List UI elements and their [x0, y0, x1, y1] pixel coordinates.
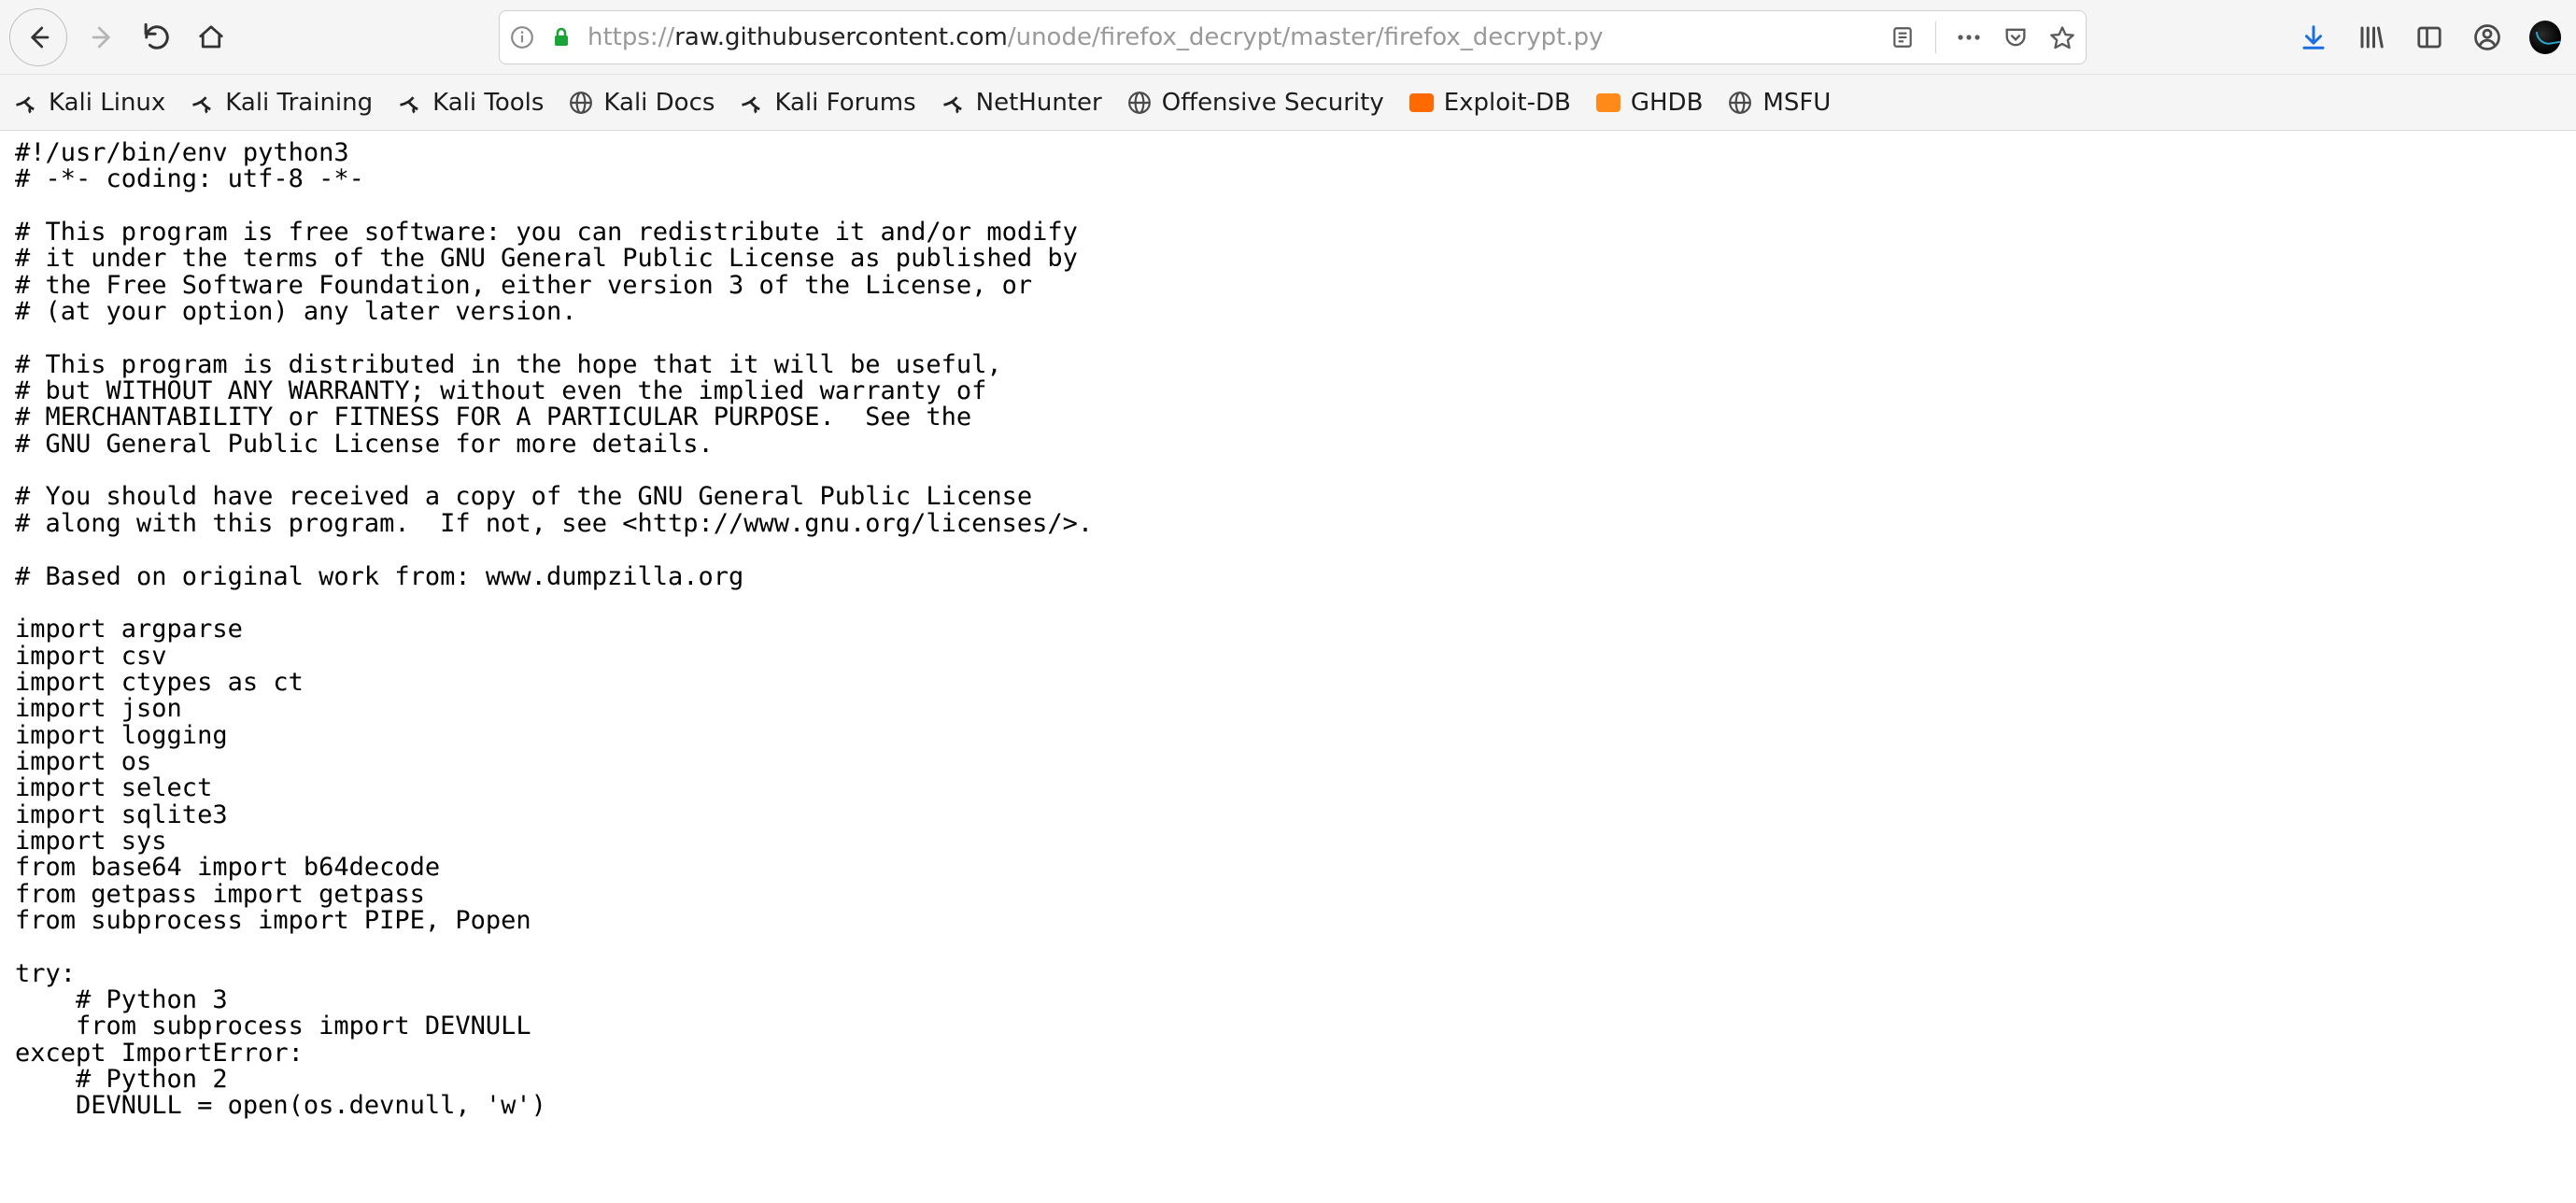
kali-icon [190, 90, 216, 116]
bookmark-label: Kali Forums [774, 89, 915, 117]
bookmark-label: GHDB [1631, 89, 1704, 117]
home-button[interactable] [192, 19, 230, 56]
kali-icon [739, 90, 765, 116]
reader-mode-icon[interactable] [1889, 23, 1917, 51]
bookmark-item[interactable]: NetHunter [941, 89, 1102, 117]
globe-icon [568, 90, 594, 116]
navigation-toolbar: https://raw.githubusercontent.com/unode/… [0, 0, 2576, 75]
url-prefix: https:// [587, 23, 674, 51]
url-host: raw.githubusercontent.com [674, 23, 1008, 51]
raw-text: #!/usr/bin/env python3 # -*- coding: utf… [0, 131, 2576, 1135]
bookmark-item[interactable]: Kali Docs [568, 89, 715, 117]
ghdb-icon [1595, 90, 1621, 116]
content-area[interactable]: #!/usr/bin/env python3 # -*- coding: utf… [0, 131, 2576, 1203]
arrow-right-icon [89, 23, 117, 51]
bookmark-item[interactable]: Kali Linux [13, 89, 165, 117]
bookmark-label: Kali Tools [432, 89, 544, 117]
downloads-icon[interactable] [2298, 21, 2329, 53]
back-button[interactable] [9, 8, 67, 66]
urlbar-right-icons [1889, 21, 2076, 53]
bookmark-label: NetHunter [976, 89, 1102, 117]
globe-icon [1727, 90, 1753, 116]
bookmark-item[interactable]: Kali Training [190, 89, 373, 117]
bookmark-label: Kali Linux [49, 89, 165, 117]
reload-button[interactable] [138, 19, 176, 56]
url-bar[interactable]: https://raw.githubusercontent.com/unode/… [499, 10, 2087, 64]
bookmark-star-icon[interactable] [2048, 23, 2076, 51]
bookmark-item[interactable]: Exploit-DB [1408, 89, 1571, 117]
bookmark-label: Kali Training [225, 89, 373, 117]
bookmark-label: Kali Docs [603, 89, 715, 117]
sidebars-icon[interactable] [2413, 21, 2445, 53]
home-icon [197, 23, 225, 51]
globe-icon [1126, 90, 1153, 116]
bookmark-item[interactable]: GHDB [1595, 89, 1704, 117]
bookmark-item[interactable]: Kali Forums [739, 89, 915, 117]
bookmarks-bar: Kali Linux Kali Training Kali Tools Kali Do… [0, 75, 2576, 131]
forward-button[interactable] [84, 19, 121, 56]
bookmark-item[interactable]: Kali Tools [397, 89, 544, 117]
bookmark-label: MSFU [1762, 89, 1831, 117]
bookmark-item[interactable]: Offensive Security [1126, 89, 1384, 117]
arrow-left-icon [24, 23, 52, 51]
bookmark-label: Offensive Security [1162, 89, 1384, 117]
kali-icon [941, 90, 967, 116]
reload-icon [143, 23, 171, 51]
toolbar-right [2298, 21, 2567, 53]
kali-icon [13, 90, 39, 116]
url-text: https://raw.githubusercontent.com/unode/… [587, 23, 1875, 51]
kali-icon [397, 90, 423, 116]
bookmark-item[interactable]: MSFU [1727, 89, 1831, 117]
library-icon[interactable] [2356, 21, 2387, 53]
account-icon[interactable] [2471, 21, 2503, 53]
bookmark-label: Exploit-DB [1444, 89, 1571, 117]
exploit-icon [1408, 90, 1435, 116]
urlbar-divider [1935, 21, 1936, 53]
url-path: /unode/firefox_decrypt/master/firefox_de… [1008, 23, 1604, 51]
pocket-icon[interactable] [2002, 23, 2030, 51]
site-info-icon[interactable] [509, 24, 535, 50]
lock-icon [548, 24, 574, 50]
kali-menu-icon[interactable] [2529, 21, 2561, 53]
page-actions-icon[interactable] [1955, 23, 1983, 51]
